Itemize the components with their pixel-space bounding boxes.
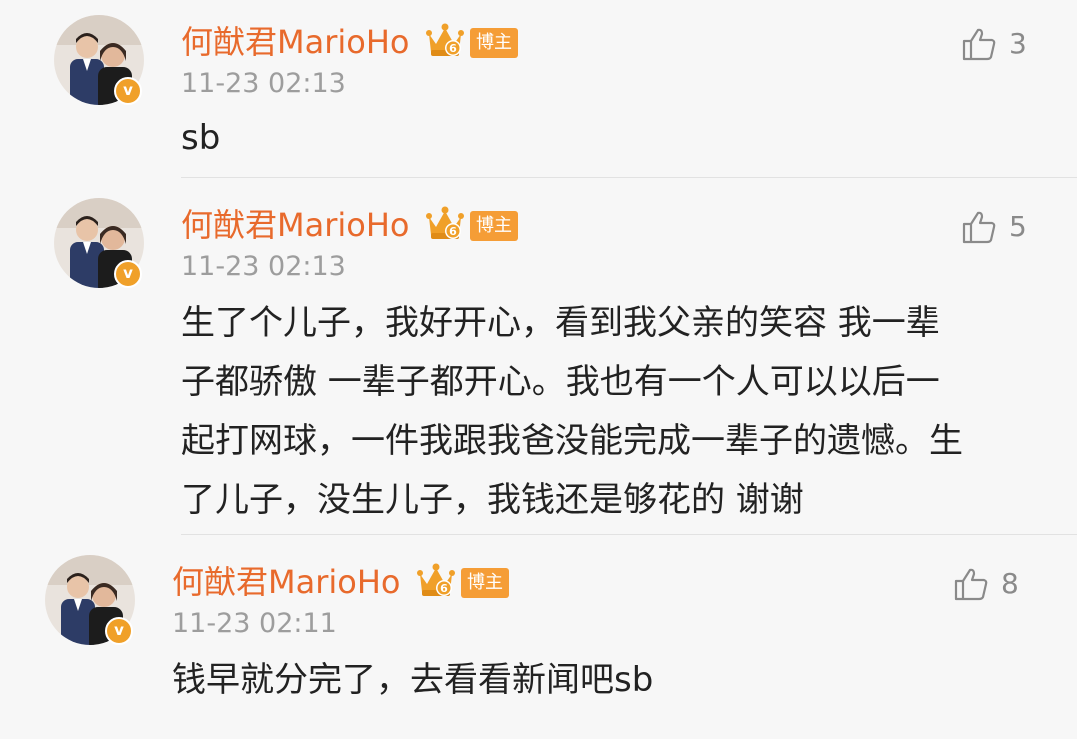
comment-text: 钱早就分完了，去看看新闻吧sb xyxy=(172,651,653,710)
blogger-badge: 博主 xyxy=(461,568,509,598)
crown-level-icon: 6 xyxy=(417,563,455,596)
like-button[interactable]: 8 xyxy=(953,564,1019,604)
thumbs-up-icon xyxy=(954,568,988,601)
comment-item: v 何猷君MarioHo 6 博主 11-23 02:11 钱早就分完了，去看看… xyxy=(0,0,1077,739)
verified-v-icon: v xyxy=(105,617,133,645)
avatar[interactable]: v xyxy=(45,555,135,645)
timestamp: 11-23 02:11 xyxy=(172,608,337,639)
username[interactable]: 何猷君MarioHo xyxy=(172,562,401,602)
level-number: 6 xyxy=(440,582,448,595)
like-count: 8 xyxy=(1001,567,1019,600)
comment-line: 钱早就分完了，去看看新闻吧sb xyxy=(172,660,654,700)
